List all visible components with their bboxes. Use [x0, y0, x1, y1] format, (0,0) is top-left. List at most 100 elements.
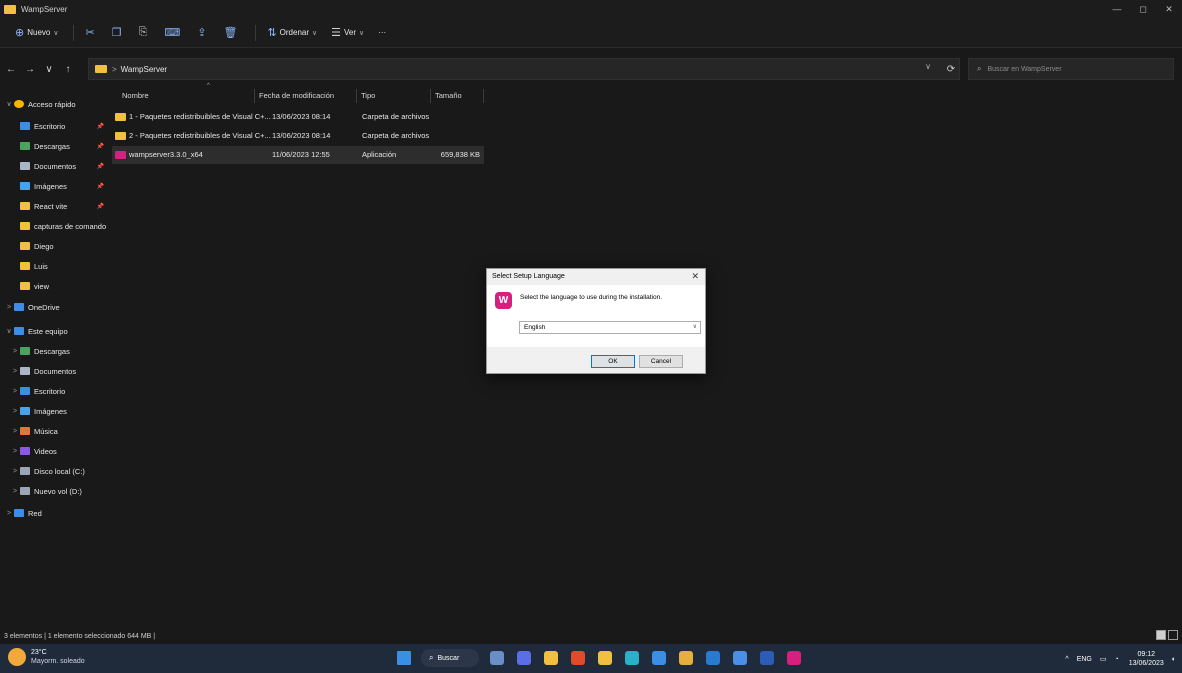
chevron-right-icon[interactable]: >	[10, 388, 20, 395]
file-row[interactable]: 2 - Paquetes redistribuibles de Visual C…	[112, 127, 484, 145]
sidebar-item[interactable]: Documentos 📌	[0, 157, 112, 175]
chevron-down-icon[interactable]: ∨	[4, 327, 14, 335]
column-size[interactable]: Tamaño	[430, 89, 484, 103]
file-row[interactable]: wampserver3.3.0_x64 11/06/2023 12:55 Aplic…	[112, 146, 484, 164]
chevron-up-icon[interactable]: ^	[1065, 656, 1068, 663]
wamp-taskbar-icon[interactable]	[784, 648, 804, 668]
column-name[interactable]: Nombre	[122, 89, 149, 103]
sidebar-item-label: Luis	[34, 261, 48, 271]
chevron-right-icon[interactable]: >	[10, 448, 20, 455]
vscode-taskbar-icon[interactable]	[703, 648, 723, 668]
download-icon	[20, 142, 30, 150]
more-options-button[interactable]: ···	[373, 22, 391, 44]
copy-button[interactable]: ❐	[107, 22, 130, 44]
sidebar-item[interactable]: Luis	[0, 257, 112, 275]
explorer-taskbar-icon[interactable]	[595, 648, 615, 668]
refresh-button[interactable]: ⟳	[940, 58, 962, 80]
vpn-taskbar-icon[interactable]	[649, 648, 669, 668]
language-select[interactable]: English ∨	[519, 321, 701, 334]
file-manager-taskbar-icon[interactable]	[487, 648, 507, 668]
cut-button[interactable]: ✂	[80, 22, 102, 44]
rename-button[interactable]: ⌨	[159, 22, 188, 44]
view-button[interactable]: ☰ Ver ∨	[326, 22, 369, 44]
sidebar-item-label: Nuevo vol (D:)	[34, 486, 82, 496]
up-button[interactable]: ↑	[60, 64, 76, 75]
chrome-taskbar-icon[interactable]	[676, 648, 696, 668]
address-bar[interactable]: > WampServer ∨	[88, 58, 960, 80]
ok-button[interactable]: OK	[591, 355, 635, 368]
sidebar-item[interactable]: Escritorio 📌	[0, 117, 112, 135]
time: 09:12	[1137, 651, 1155, 658]
brave-taskbar-icon[interactable]	[568, 648, 588, 668]
minimize-button[interactable]: —	[1104, 0, 1130, 18]
search-icon: ⌕	[977, 64, 982, 73]
sidebar-item[interactable]: > Nuevo vol (D:)	[0, 482, 112, 500]
title-bar: WampServer — ◻ ✕	[0, 0, 1182, 18]
notifications-icon[interactable]: ◐	[1172, 656, 1176, 663]
chevron-right-icon[interactable]: >	[10, 348, 20, 355]
new-label: Nuevo	[27, 28, 51, 37]
sidebar-item[interactable]: > OneDrive	[0, 298, 112, 316]
chevron-right-icon[interactable]: >	[10, 408, 20, 415]
chevron-right-icon[interactable]: >	[10, 428, 20, 435]
image-icon	[20, 407, 30, 415]
file-row[interactable]: 1 - Paquetes redistribuibles de Visual C…	[112, 108, 484, 126]
weather-widget[interactable]: 23°C Mayorm. soleado	[8, 648, 85, 666]
sidebar-item[interactable]: > Red	[0, 504, 112, 522]
sidebar-item[interactable]: Descargas 📌	[0, 137, 112, 155]
desktop-icon	[20, 387, 30, 395]
sidebar-item[interactable]: > Disco local (C:)	[0, 462, 112, 480]
details-view-button[interactable]	[1156, 630, 1166, 640]
sidebar-item[interactable]: > Descargas	[0, 342, 112, 360]
column-modified[interactable]: Fecha de modificación	[254, 89, 334, 103]
sidebar-item[interactable]: ∨ Este equipo	[0, 322, 112, 340]
network-icon[interactable]: ▭	[1100, 655, 1107, 663]
download-icon	[20, 347, 30, 355]
store-taskbar-icon[interactable]	[730, 648, 750, 668]
clock[interactable]: 09:12 13/06/2023	[1129, 650, 1164, 668]
forward-button[interactable]: →	[22, 64, 38, 75]
cancel-button[interactable]: Cancel	[639, 355, 683, 368]
share-button[interactable]: ⇪	[192, 22, 214, 44]
sidebar-item[interactable]: > Videos	[0, 442, 112, 460]
calendar-taskbar-icon[interactable]	[541, 648, 561, 668]
maximize-button[interactable]: ◻	[1130, 0, 1156, 18]
sidebar-item[interactable]: ∨ Acceso rápido	[0, 95, 112, 113]
word-taskbar-icon[interactable]	[757, 648, 777, 668]
recent-locations-button[interactable]: ∨	[41, 64, 57, 75]
language-indicator[interactable]: ENG	[1077, 656, 1092, 663]
sort-button[interactable]: ⇅ Ordenar ∨	[262, 22, 322, 44]
paste-button[interactable]: ⎘	[134, 22, 156, 44]
breadcrumb-wampserver[interactable]: WampServer	[121, 65, 167, 74]
dialog-close-button[interactable]: ✕	[691, 271, 699, 282]
sidebar-item[interactable]: React vite 📌	[0, 197, 112, 215]
chevron-right-icon[interactable]: >	[10, 468, 20, 475]
chevron-right-icon[interactable]: >	[4, 510, 14, 517]
chat-taskbar-icon[interactable]	[514, 648, 534, 668]
chevron-right-icon[interactable]: >	[4, 304, 14, 311]
chevron-right-icon[interactable]: >	[10, 368, 20, 375]
tiles-view-button[interactable]	[1168, 630, 1178, 640]
delete-button[interactable]: 🗑	[218, 22, 245, 44]
back-button[interactable]: ←	[3, 64, 19, 75]
close-button[interactable]: ✕	[1156, 0, 1182, 18]
volume-icon[interactable]: ◔	[1114, 656, 1118, 663]
sidebar-item[interactable]: > Escritorio	[0, 382, 112, 400]
sidebar-item[interactable]: view	[0, 277, 112, 295]
sidebar-item[interactable]: > Documentos	[0, 362, 112, 380]
sidebar-item-label: Escritorio	[34, 386, 66, 396]
sidebar-item[interactable]: Imágenes 📌	[0, 177, 112, 195]
sidebar-item[interactable]: > Imágenes	[0, 402, 112, 420]
new-button[interactable]: ⊕ Nuevo ∨	[10, 22, 63, 44]
chevron-down-icon[interactable]: ∨	[925, 62, 931, 71]
edge-taskbar-icon[interactable]	[622, 648, 642, 668]
chevron-right-icon[interactable]: >	[10, 488, 20, 495]
start-button[interactable]	[394, 648, 414, 668]
chevron-down-icon[interactable]: ∨	[4, 100, 14, 108]
search-input[interactable]: ⌕ Buscar en WampServer	[968, 58, 1174, 80]
sidebar-item[interactable]: > Música	[0, 422, 112, 440]
sidebar-item[interactable]: capturas de comando	[0, 217, 112, 235]
taskbar-search[interactable]: ⌕ Buscar	[421, 649, 479, 667]
sidebar-item[interactable]: Diego	[0, 237, 112, 255]
column-type[interactable]: Tipo	[356, 89, 375, 103]
